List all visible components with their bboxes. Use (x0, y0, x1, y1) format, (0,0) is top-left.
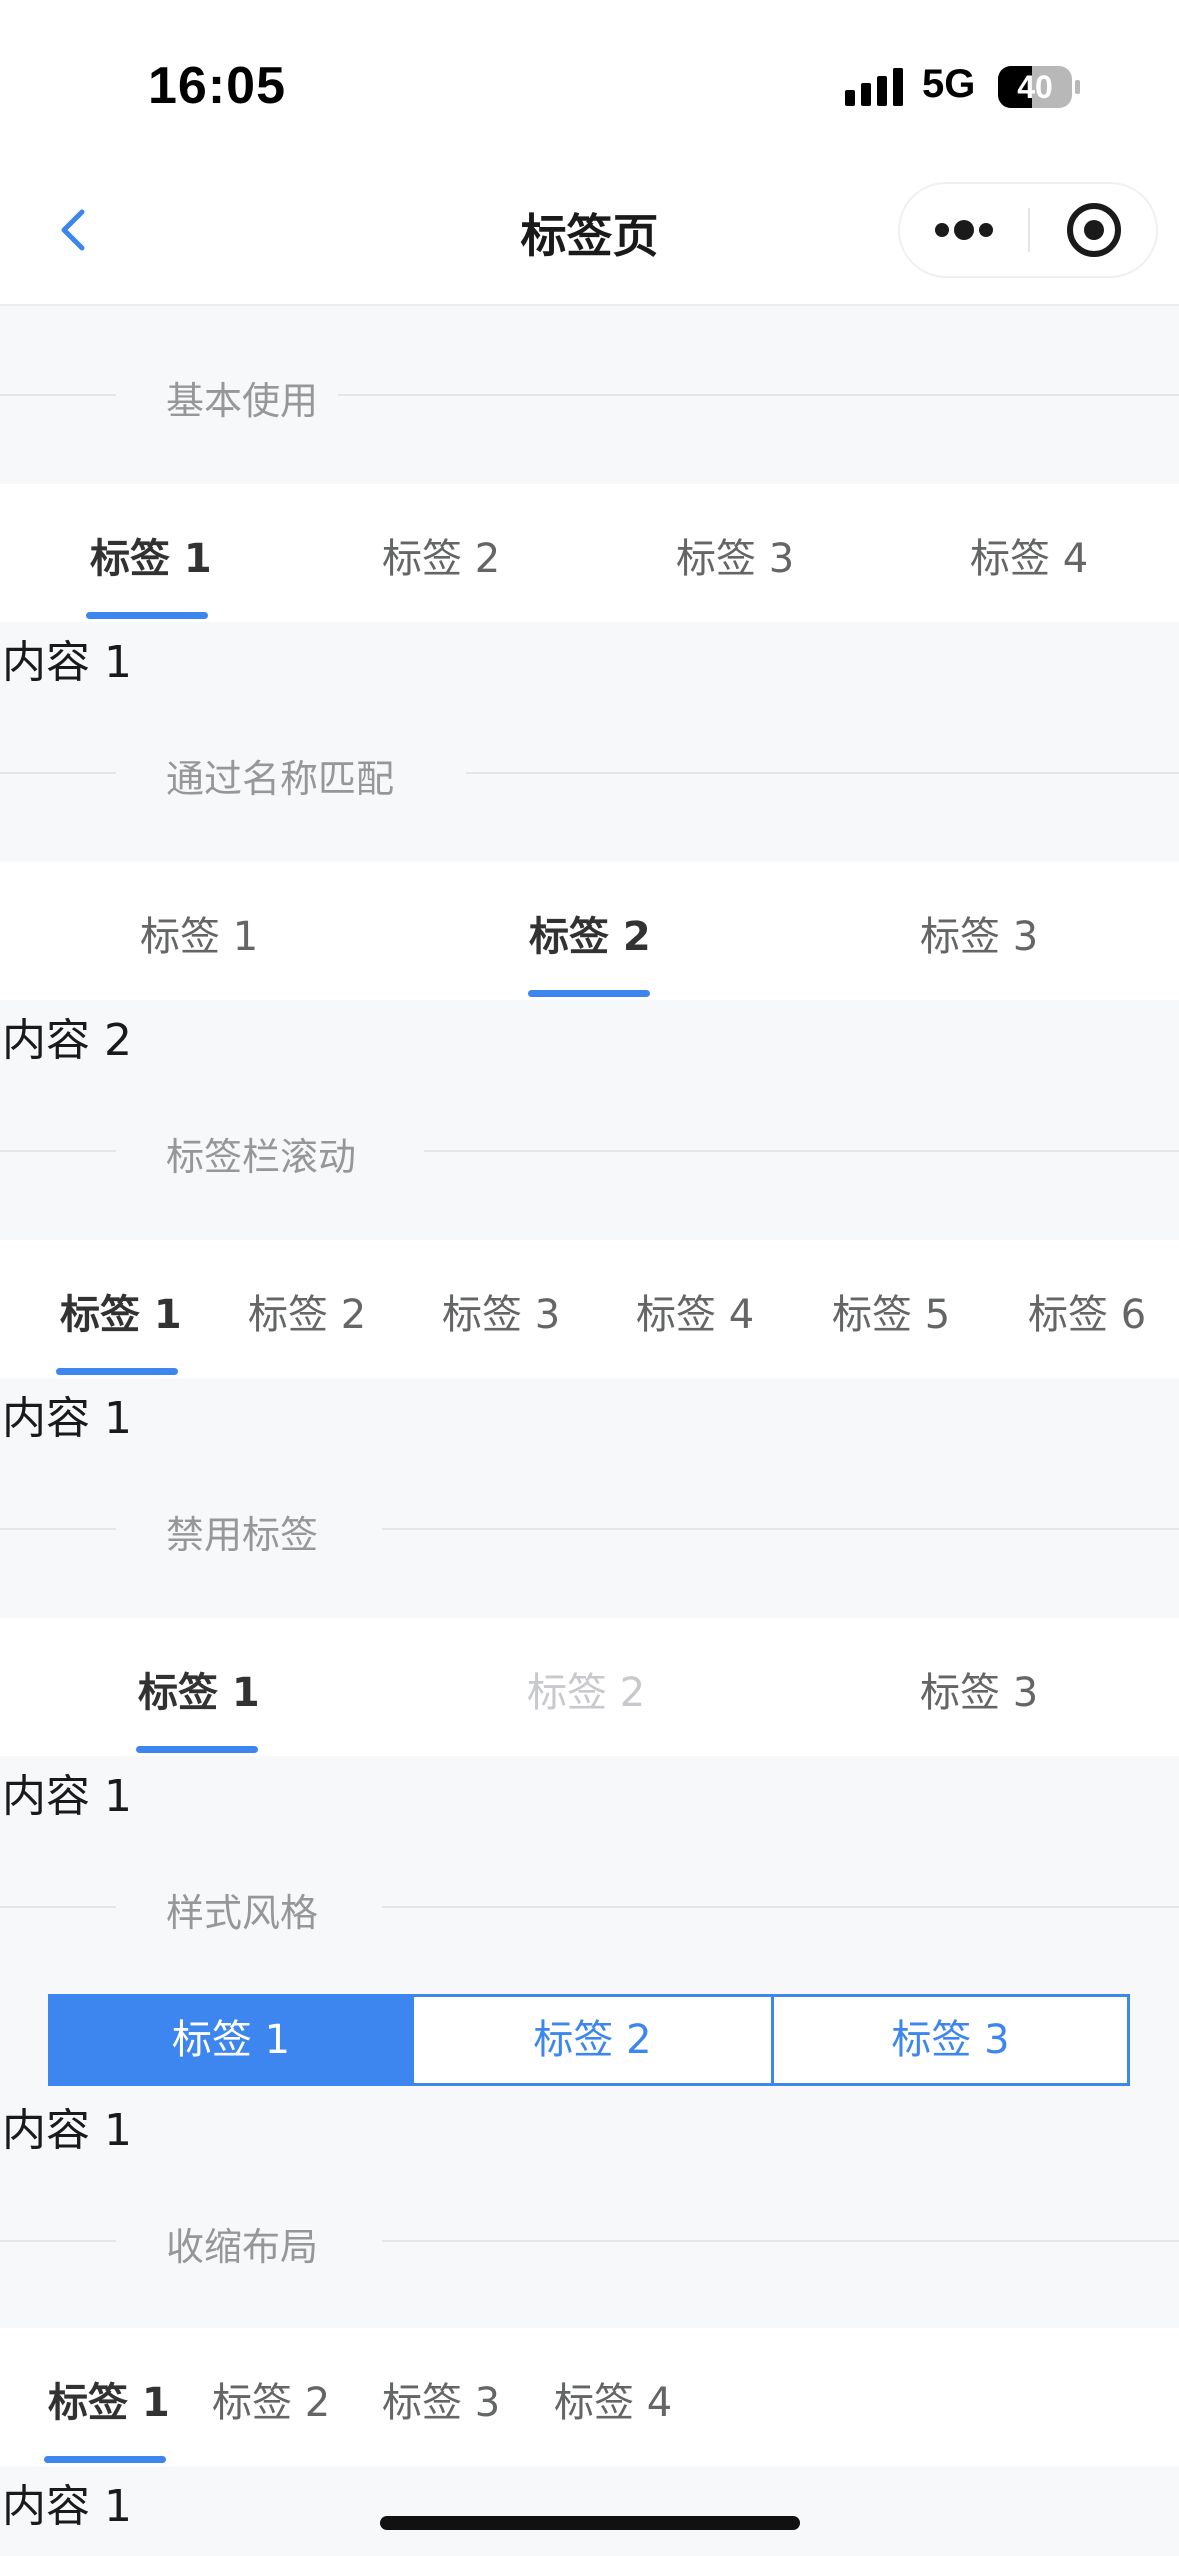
section-header-style: 样式风格 (0, 1866, 1179, 1946)
segment-tab-item[interactable]: 标签 1 (51, 1997, 411, 2083)
tab-item[interactable]: 标签 1 (0, 862, 393, 1000)
home-indicator[interactable] (380, 2516, 800, 2530)
segment-tab-item[interactable]: 标签 3 (771, 1997, 1127, 2083)
tab-item[interactable]: 标签 3 (376, 1240, 570, 1378)
active-tab-underline (136, 1746, 258, 1753)
active-tab-underline (56, 1368, 178, 1375)
top-bar: 16:05 5G 40 标签页 (0, 0, 1179, 306)
tab-content: 内容 2 (2, 1015, 132, 1066)
tabs-name-match: 标签 1 标签 2 标签 3 (0, 862, 1179, 1000)
section-title: 通过名称匹配 (166, 757, 395, 801)
tab-item[interactable]: 标签 6 (958, 1240, 1179, 1378)
segmented-tabs-card: 标签 1 标签 2 标签 3 (48, 1994, 1130, 2086)
tab-item[interactable]: 标签 2 (182, 1240, 376, 1378)
tabs-shrink: 标签 1 标签 2 标签 3 标签 4 (0, 2328, 1179, 2466)
segment-tab-item[interactable]: 标签 2 (411, 1997, 771, 2083)
tab-item[interactable]: 标签 4 (882, 484, 1179, 622)
tab-item-disabled: 标签 2 (527, 1670, 646, 1716)
tab-content: 内容 1 (2, 637, 132, 688)
tab-item[interactable]: 标签 4 (528, 2328, 698, 2466)
more-dots-icon[interactable] (900, 184, 1028, 276)
battery-icon: 40 (998, 66, 1080, 108)
active-tab-underline (528, 990, 650, 997)
tab-item[interactable]: 标签 1 (0, 484, 294, 622)
status-time: 16:05 (148, 57, 286, 115)
tab-item[interactable]: 标签 3 (358, 2328, 528, 2466)
section-title: 收缩布局 (166, 2225, 319, 2269)
active-tab-underline (86, 612, 208, 619)
network-type: 5G (922, 62, 976, 106)
section-header-disabled: 禁用标签 (0, 1488, 1179, 1568)
tab-item[interactable]: 标签 1 (0, 1240, 182, 1378)
tab-item[interactable]: 标签 2 (393, 862, 786, 1000)
battery-level: 40 (1017, 69, 1053, 105)
tab-item[interactable]: 标签 5 (764, 1240, 958, 1378)
tab-content: 内容 1 (2, 1393, 132, 1444)
active-tab-underline (44, 2456, 166, 2463)
tab-item[interactable]: 标签 1 (0, 1618, 393, 1756)
section-header-name-match: 通过名称匹配 (0, 732, 1179, 812)
section-header-scroll: 标签栏滚动 (0, 1110, 1179, 1190)
section-title: 样式风格 (166, 1891, 319, 1935)
tabs-disabled: 标签 1 标签 2 标签 3 (0, 1618, 1179, 1756)
tab-content: 内容 1 (2, 2481, 132, 2532)
section-title: 禁用标签 (166, 1513, 319, 1557)
cellular-signal-icon (845, 68, 903, 106)
tab-content: 内容 1 (2, 1771, 132, 1822)
section-header-basic: 基本使用 (0, 354, 1179, 434)
tab-item[interactable]: 标签 2 (294, 484, 588, 622)
record-target-icon[interactable] (1032, 184, 1156, 276)
tab-item[interactable]: 标签 2 (188, 2328, 358, 2466)
tab-item[interactable]: 标签 1 (0, 2328, 188, 2466)
section-header-shrink: 收缩布局 (0, 2200, 1179, 2280)
tab-content: 内容 1 (2, 2105, 132, 2156)
section-title: 基本使用 (166, 379, 319, 423)
capsule-divider (1028, 208, 1030, 252)
mini-program-capsule (898, 182, 1158, 278)
tab-item[interactable]: 标签 4 (570, 1240, 764, 1378)
tab-item[interactable]: 标签 3 (786, 1618, 1179, 1756)
section-title: 标签栏滚动 (166, 1135, 357, 1179)
tabs-scroll[interactable]: 标签 1 标签 2 标签 3 标签 4 标签 5 标签 6 (0, 1240, 1179, 1378)
tab-item[interactable]: 标签 3 (588, 484, 882, 622)
tab-item[interactable]: 标签 3 (786, 862, 1179, 1000)
tabs-basic: 标签 1 标签 2 标签 3 标签 4 (0, 484, 1179, 622)
